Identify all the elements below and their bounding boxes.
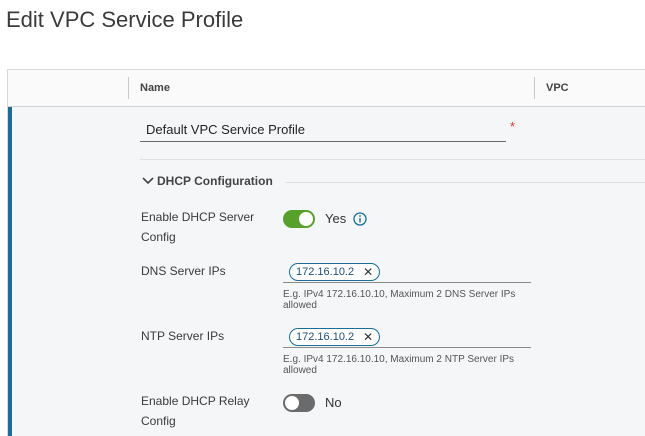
info-icon[interactable] (353, 212, 367, 226)
dns-ip-chip[interactable]: 172.16.10.2 ✕ (289, 263, 381, 281)
ntp-ip-chip[interactable]: 172.16.10.2 ✕ (289, 328, 381, 346)
section-divider (140, 159, 645, 160)
dns-server-ips-input[interactable]: 172.16.10.2 ✕ (283, 260, 531, 283)
toggle-knob (299, 212, 313, 226)
toggle-knob (285, 396, 299, 410)
column-separator (128, 77, 129, 99)
enable-dhcp-server-toggle[interactable] (283, 210, 315, 228)
chip-label: 172.16.10.2 (296, 266, 355, 278)
dhcp-section-label: DHCP Configuration (157, 174, 273, 188)
ntp-server-ips-label: NTP Server IPs (141, 329, 225, 343)
section-divider (286, 182, 645, 183)
dns-server-ips-label: DNS Server IPs (141, 264, 226, 278)
column-header-name[interactable]: Name (140, 82, 170, 94)
enable-dhcp-server-label: Enable DHCP Server Config (141, 210, 255, 244)
profile-name-input[interactable]: Default VPC Service Profile (140, 118, 506, 142)
required-indicator: * (510, 119, 516, 134)
enable-dhcp-server-state: Yes (325, 211, 347, 226)
close-icon[interactable]: ✕ (363, 264, 373, 280)
page-title: Edit VPC Service Profile (6, 7, 244, 32)
ntp-helper-text: E.g. IPv4 172.16.10.10, Maximum 2 NTP Se… (283, 354, 515, 376)
chip-label: 172.16.10.2 (296, 331, 355, 343)
enable-dhcp-relay-toggle[interactable] (283, 394, 315, 412)
enable-dhcp-relay-state: No (325, 395, 342, 410)
row-accent-bar (8, 107, 12, 436)
close-icon[interactable]: ✕ (363, 329, 373, 345)
chevron-down-icon (142, 177, 154, 185)
column-header-vpc[interactable]: VPC (546, 82, 569, 94)
column-separator (534, 77, 535, 99)
dhcp-section-toggle[interactable]: DHCP Configuration (141, 174, 273, 188)
dns-helper-text: E.g. IPv4 172.16.10.10, Maximum 2 DNS Se… (283, 289, 516, 311)
enable-dhcp-relay-label: Enable DHCP Relay Config (141, 394, 250, 428)
profile-grid: Name VPC Default VPC Service Profile * D… (7, 69, 645, 436)
ntp-server-ips-input[interactable]: 172.16.10.2 ✕ (283, 325, 531, 348)
grid-header: Name VPC (8, 70, 645, 107)
